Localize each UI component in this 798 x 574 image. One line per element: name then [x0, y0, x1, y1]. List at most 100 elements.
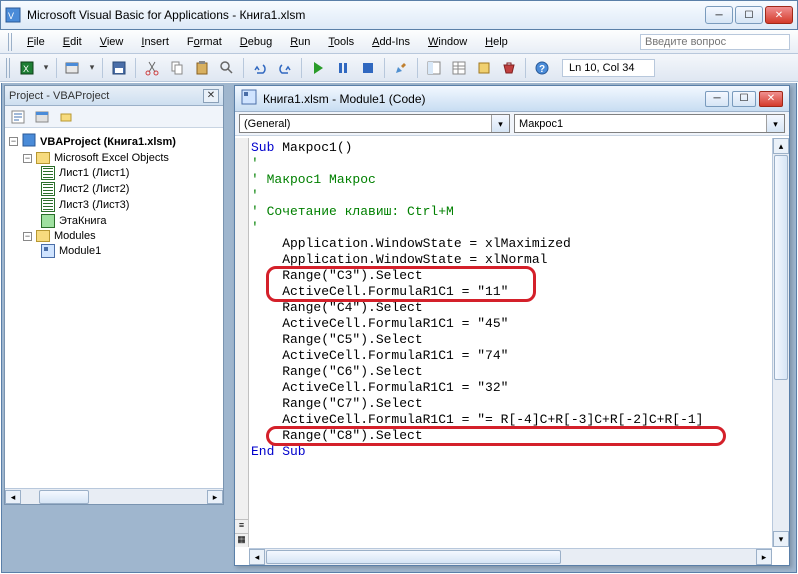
menu-edit[interactable]: Edit: [55, 34, 90, 50]
code-minimize-button[interactable]: ─: [705, 91, 729, 107]
svg-text:V: V: [8, 11, 14, 21]
menu-insert[interactable]: Insert: [133, 34, 177, 50]
menubar-grip[interactable]: [8, 33, 13, 51]
paste-button[interactable]: [191, 57, 213, 79]
tree-module1[interactable]: Module1: [9, 243, 219, 259]
code-maximize-button[interactable]: ☐: [732, 91, 756, 107]
scroll-thumb[interactable]: [39, 490, 89, 504]
menu-tools[interactable]: Tools: [320, 34, 362, 50]
module-icon: [241, 89, 257, 108]
scroll-right-icon[interactable]: ▸: [756, 549, 772, 565]
scroll-down-icon[interactable]: ▾: [773, 531, 789, 547]
tree-modules[interactable]: − Modules: [9, 229, 219, 243]
project-panel-label: Project - VBAProject: [9, 90, 203, 102]
procedure-combo[interactable]: Макрос1▾: [514, 114, 785, 133]
view-excel-dropdown[interactable]: ▾: [41, 62, 51, 73]
tree-sheet1[interactable]: Лист1 (Лист1): [9, 165, 219, 181]
view-excel-button[interactable]: X: [16, 57, 38, 79]
tree-thisworkbook[interactable]: ЭтаКнига: [9, 213, 219, 229]
mdi-workspace: Project - VBAProject ✕ − VBAProject (Кни…: [1, 83, 797, 573]
code-window-title: Книга1.xlsm - Module1 (Code): [263, 92, 699, 106]
workbook-icon: [41, 214, 55, 228]
folder-icon: [36, 152, 50, 164]
copy-button[interactable]: [166, 57, 188, 79]
scroll-right-icon[interactable]: ▸: [207, 490, 223, 504]
find-button[interactable]: [216, 57, 238, 79]
chevron-down-icon[interactable]: ▾: [766, 115, 784, 132]
menu-help[interactable]: Help: [477, 34, 516, 50]
scroll-up-icon[interactable]: ▴: [773, 138, 789, 154]
code-editor[interactable]: Sub Макрос1() ' ' Макрос1 Макрос ' ' Соч…: [249, 138, 772, 547]
collapse-icon[interactable]: −: [23, 232, 32, 241]
project-tree: − VBAProject (Книга1.xlsm) − Microsoft E…: [5, 128, 223, 263]
tree-modules-label: Modules: [54, 230, 96, 242]
worksheet-icon: [41, 166, 55, 180]
redo-button[interactable]: [274, 57, 296, 79]
toolbar-grip[interactable]: [6, 58, 11, 78]
scroll-left-icon[interactable]: ◂: [5, 490, 21, 504]
cursor-position: Ln 10, Col 34: [562, 59, 655, 77]
insert-userform-button[interactable]: [62, 57, 84, 79]
code-hscroll[interactable]: ◂ ▸: [249, 548, 772, 565]
project-explorer-button[interactable]: [423, 57, 445, 79]
scroll-thumb[interactable]: [774, 155, 788, 380]
toolbar: X ▾ ▾ ? Ln 10, Col 34: [0, 54, 798, 82]
menu-window[interactable]: Window: [420, 34, 475, 50]
tree-excel-objects[interactable]: − Microsoft Excel Objects: [9, 151, 219, 165]
scroll-thumb[interactable]: [266, 550, 561, 564]
view-code-button[interactable]: [7, 106, 29, 128]
worksheet-icon: [41, 182, 55, 196]
object-browser-button[interactable]: [473, 57, 495, 79]
tree-sheet2[interactable]: Лист2 (Лист2): [9, 181, 219, 197]
run-button[interactable]: [307, 57, 329, 79]
code-area: ≡ ▦ Sub Макрос1() ' ' Макрос1 Макрос ' '…: [235, 138, 789, 547]
project-panel-title[interactable]: Project - VBAProject ✕: [5, 86, 223, 106]
maximize-button[interactable]: ☐: [735, 6, 763, 24]
tree-root[interactable]: − VBAProject (Книга1.xlsm): [9, 132, 219, 151]
app-title: Microsoft Visual Basic for Applications …: [27, 8, 705, 22]
module-icon: [41, 244, 55, 258]
titlebar: V Microsoft Visual Basic for Application…: [0, 0, 798, 30]
project-explorer: Project - VBAProject ✕ − VBAProject (Кни…: [4, 85, 224, 505]
toggle-folders-button[interactable]: [55, 106, 77, 128]
properties-window-button[interactable]: [448, 57, 470, 79]
scroll-left-icon[interactable]: ◂: [249, 549, 265, 565]
break-button[interactable]: [332, 57, 354, 79]
project-hscroll[interactable]: ◂ ▸: [5, 488, 223, 504]
menu-view[interactable]: View: [92, 34, 132, 50]
save-button[interactable]: [108, 57, 130, 79]
code-close-button[interactable]: ✕: [759, 91, 783, 107]
vba-app-icon: V: [5, 7, 21, 23]
full-module-view-button[interactable]: ▦: [235, 533, 248, 547]
help-question-box: [640, 34, 790, 50]
collapse-icon[interactable]: −: [23, 154, 32, 163]
minimize-button[interactable]: ─: [705, 6, 733, 24]
undo-button[interactable]: [249, 57, 271, 79]
toolbox-button[interactable]: [498, 57, 520, 79]
window-controls: ─ ☐ ✕: [705, 6, 793, 24]
code-window: Книга1.xlsm - Module1 (Code) ─ ☐ ✕ (Gene…: [234, 85, 790, 566]
tree-root-label: VBAProject (Книга1.xlsm): [40, 136, 176, 148]
design-mode-button[interactable]: [390, 57, 412, 79]
procedure-view-button[interactable]: ≡: [235, 519, 248, 533]
object-combo[interactable]: (General)▾: [239, 114, 510, 133]
menu-file[interactable]: File: [19, 34, 53, 50]
help-question-input[interactable]: [640, 34, 790, 50]
chevron-down-icon[interactable]: ▾: [491, 115, 509, 132]
insert-dropdown[interactable]: ▾: [87, 62, 97, 73]
reset-button[interactable]: [357, 57, 379, 79]
menu-addins[interactable]: Add-Ins: [364, 34, 418, 50]
code-vscroll[interactable]: ▴ ▾: [772, 138, 789, 547]
view-object-button[interactable]: [31, 106, 53, 128]
code-combos: (General)▾ Макрос1▾: [235, 112, 789, 136]
tree-sheet3[interactable]: Лист3 (Лист3): [9, 197, 219, 213]
project-panel-close[interactable]: ✕: [203, 89, 219, 103]
collapse-icon[interactable]: −: [9, 137, 18, 146]
cut-button[interactable]: [141, 57, 163, 79]
menu-debug[interactable]: Debug: [232, 34, 280, 50]
menu-run[interactable]: Run: [282, 34, 318, 50]
menu-format[interactable]: Format: [179, 34, 230, 50]
code-window-titlebar[interactable]: Книга1.xlsm - Module1 (Code) ─ ☐ ✕: [235, 86, 789, 112]
help-button[interactable]: ?: [531, 57, 553, 79]
close-button[interactable]: ✕: [765, 6, 793, 24]
